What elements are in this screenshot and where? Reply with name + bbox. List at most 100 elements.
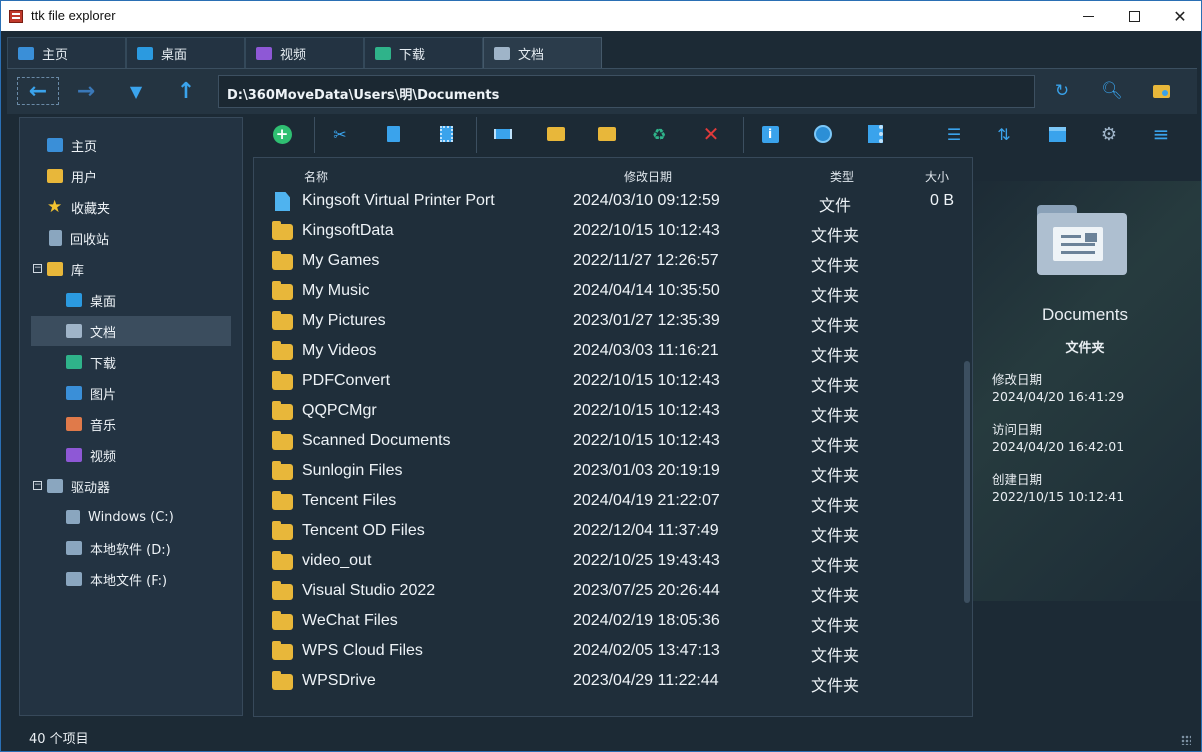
paste-button[interactable] bbox=[433, 121, 459, 147]
file-row[interactable]: Tencent Files 2024/04/19 21:22:07 文件夹 bbox=[254, 486, 962, 516]
close-button[interactable]: ✕ bbox=[1157, 1, 1202, 31]
properties-button[interactable]: i bbox=[757, 121, 783, 147]
folder-icon bbox=[272, 491, 293, 510]
terminal-icon bbox=[814, 125, 832, 143]
file-modified: 2024/04/14 10:35:50 bbox=[573, 282, 720, 299]
file-row[interactable]: My Games 2022/11/27 12:26:57 文件夹 bbox=[254, 246, 962, 276]
copy-to-button[interactable] bbox=[543, 121, 569, 147]
tab-desktop[interactable]: 桌面 bbox=[126, 37, 245, 68]
sidebar-item-drive-d[interactable]: 本地软件 (D:) bbox=[66, 533, 171, 563]
column-header-size[interactable]: 大小 bbox=[925, 168, 949, 185]
file-row[interactable]: Visual Studio 2022 2023/07/25 20:26:44 文件夹 bbox=[254, 576, 962, 606]
delete-button[interactable]: ✕ bbox=[698, 121, 724, 147]
file-row[interactable]: Scanned Documents 2022/10/15 10:12:43 文件夹 bbox=[254, 426, 962, 456]
forward-button[interactable]: → bbox=[65, 77, 107, 105]
file-row[interactable]: My Pictures 2023/01/27 12:35:39 文件夹 bbox=[254, 306, 962, 336]
file-name: Visual Studio 2022 bbox=[302, 582, 436, 599]
chevron-down-icon: ▼ bbox=[129, 81, 143, 101]
move-to-button[interactable] bbox=[594, 121, 620, 147]
up-button[interactable]: ↑ bbox=[165, 77, 207, 105]
history-dropdown-button[interactable]: ▼ bbox=[115, 77, 157, 105]
settings-button[interactable]: ⚙ bbox=[1096, 121, 1122, 147]
status-bar: 40 个项目 bbox=[1, 721, 1201, 751]
file-list[interactable]: 名称 修改日期 类型 大小 Kingsoft Virtual Printer P… bbox=[253, 157, 973, 717]
file-row[interactable]: KingsoftData 2022/10/15 10:12:43 文件夹 bbox=[254, 216, 962, 246]
star-icon: ★ bbox=[47, 197, 63, 217]
sidebar-item-drives[interactable]: 驱动器 bbox=[47, 471, 110, 501]
collapse-drives-toggle[interactable]: − bbox=[33, 481, 42, 490]
copy-button[interactable] bbox=[380, 121, 406, 147]
file-row[interactable]: Sunlogin Files 2023/01/03 20:19:19 文件夹 bbox=[254, 456, 962, 486]
sort-button[interactable]: ⇅ bbox=[991, 121, 1017, 147]
search-button[interactable]: 🔍︎ bbox=[1100, 79, 1124, 103]
tab-label: 下载 bbox=[399, 47, 426, 63]
refresh-button[interactable]: ↻ bbox=[1050, 79, 1074, 103]
sidebar-item-library[interactable]: 库 bbox=[47, 254, 84, 284]
compress-button[interactable] bbox=[862, 121, 888, 147]
vertical-scrollbar[interactable] bbox=[963, 161, 971, 717]
filter-button[interactable]: ☰ bbox=[941, 121, 967, 147]
open-terminal-button[interactable] bbox=[810, 121, 836, 147]
file-type: 文件夹 bbox=[810, 468, 859, 485]
file-name: KingsoftData bbox=[302, 222, 394, 239]
file-row[interactable]: PDFConvert 2022/10/15 10:12:43 文件夹 bbox=[254, 366, 962, 396]
sidebar-item-pictures[interactable]: 图片 bbox=[66, 378, 116, 408]
column-header-modified[interactable]: 修改日期 bbox=[624, 168, 672, 185]
folder-icon bbox=[272, 401, 293, 420]
sidebar-item-drive-c[interactable]: Windows (C:) bbox=[66, 502, 174, 532]
new-window-button[interactable] bbox=[1149, 79, 1173, 103]
preview-accessed-label: 访问日期 bbox=[992, 422, 1043, 437]
scrollbar-thumb[interactable] bbox=[964, 361, 970, 603]
sidebar-item-documents[interactable]: 文档 bbox=[31, 316, 231, 346]
file-type: 文件 bbox=[818, 198, 851, 215]
file-row[interactable]: My Music 2024/04/14 10:35:50 文件夹 bbox=[254, 276, 962, 306]
maximize-button[interactable] bbox=[1111, 1, 1157, 31]
recycle-button[interactable]: ♻ bbox=[646, 121, 672, 147]
sidebar-item-drive-f[interactable]: 本地文件 (F:) bbox=[66, 564, 167, 594]
file-row[interactable]: My Videos 2024/03/03 11:16:21 文件夹 bbox=[254, 336, 962, 366]
sidebar-item-desktop[interactable]: 桌面 bbox=[66, 285, 116, 315]
column-header-type[interactable]: 类型 bbox=[830, 168, 854, 185]
column-header-name[interactable]: 名称 bbox=[304, 168, 328, 185]
file-row[interactable]: WPSDrive 2023/04/29 11:22:44 文件夹 bbox=[254, 666, 962, 696]
minimize-button[interactable] bbox=[1065, 1, 1111, 31]
arrow-right-icon: → bbox=[76, 78, 96, 104]
sidebar-item-home[interactable]: 主页 bbox=[47, 130, 97, 160]
layout-button[interactable] bbox=[1044, 121, 1070, 147]
new-button[interactable]: + bbox=[269, 121, 295, 147]
tab-downloads[interactable]: 下载 bbox=[364, 37, 483, 68]
folder-icon bbox=[272, 251, 293, 270]
tab-home[interactable]: 主页 bbox=[7, 37, 126, 68]
back-button[interactable]: ← bbox=[17, 77, 59, 105]
file-row[interactable]: WPS Cloud Files 2024/02/05 13:47:13 文件夹 bbox=[254, 636, 962, 666]
sidebar-item-user[interactable]: 用户 bbox=[47, 161, 97, 191]
file-row[interactable]: video_out 2022/10/25 19:43:43 文件夹 bbox=[254, 546, 962, 576]
file-name: Kingsoft Virtual Printer Port bbox=[302, 192, 495, 209]
sidebar-item-videos[interactable]: 视频 bbox=[66, 440, 116, 470]
collapse-library-toggle[interactable]: − bbox=[33, 264, 42, 273]
preview-pane: Documents 文件夹 修改日期 2024/04/20 16:41:29 访… bbox=[981, 157, 1191, 717]
preview-accessed-value: 2024/04/20 16:42:01 bbox=[992, 439, 1125, 454]
drive-icon bbox=[66, 541, 82, 555]
file-row[interactable]: Kingsoft Virtual Printer Port 2024/03/10 … bbox=[254, 186, 962, 216]
sidebar-item-favorites[interactable]: ★ 收藏夹 bbox=[47, 192, 110, 222]
sidebar-item-music[interactable]: 音乐 bbox=[66, 409, 116, 439]
menu-button[interactable]: ≡ bbox=[1148, 121, 1174, 147]
sidebar-item-label: 视频 bbox=[90, 449, 117, 465]
tab-documents[interactable]: 文档 bbox=[483, 37, 602, 69]
toolbar-separator bbox=[743, 117, 744, 153]
file-row[interactable]: QQPCMgr 2022/10/15 10:12:43 文件夹 bbox=[254, 396, 962, 426]
rename-button[interactable] bbox=[490, 121, 516, 147]
address-bar[interactable]: D:\360MoveData\Users\明\Documents bbox=[218, 75, 1035, 108]
file-modified: 2022/10/25 19:43:43 bbox=[573, 552, 720, 569]
sidebar-item-recycle-bin[interactable]: 回收站 bbox=[47, 223, 109, 253]
file-row[interactable]: WeChat Files 2024/02/19 18:05:36 文件夹 bbox=[254, 606, 962, 636]
file-type: 文件夹 bbox=[810, 348, 859, 365]
cut-button[interactable]: ✂ bbox=[327, 121, 353, 147]
resize-grip-icon[interactable] bbox=[1181, 735, 1191, 745]
file-name: My Music bbox=[302, 282, 370, 299]
hamburger-menu-icon: ≡ bbox=[1152, 122, 1170, 146]
tab-videos[interactable]: 视频 bbox=[245, 37, 364, 68]
file-row[interactable]: Tencent OD Files 2022/12/04 11:37:49 文件夹 bbox=[254, 516, 962, 546]
sidebar-item-downloads[interactable]: 下载 bbox=[66, 347, 116, 377]
